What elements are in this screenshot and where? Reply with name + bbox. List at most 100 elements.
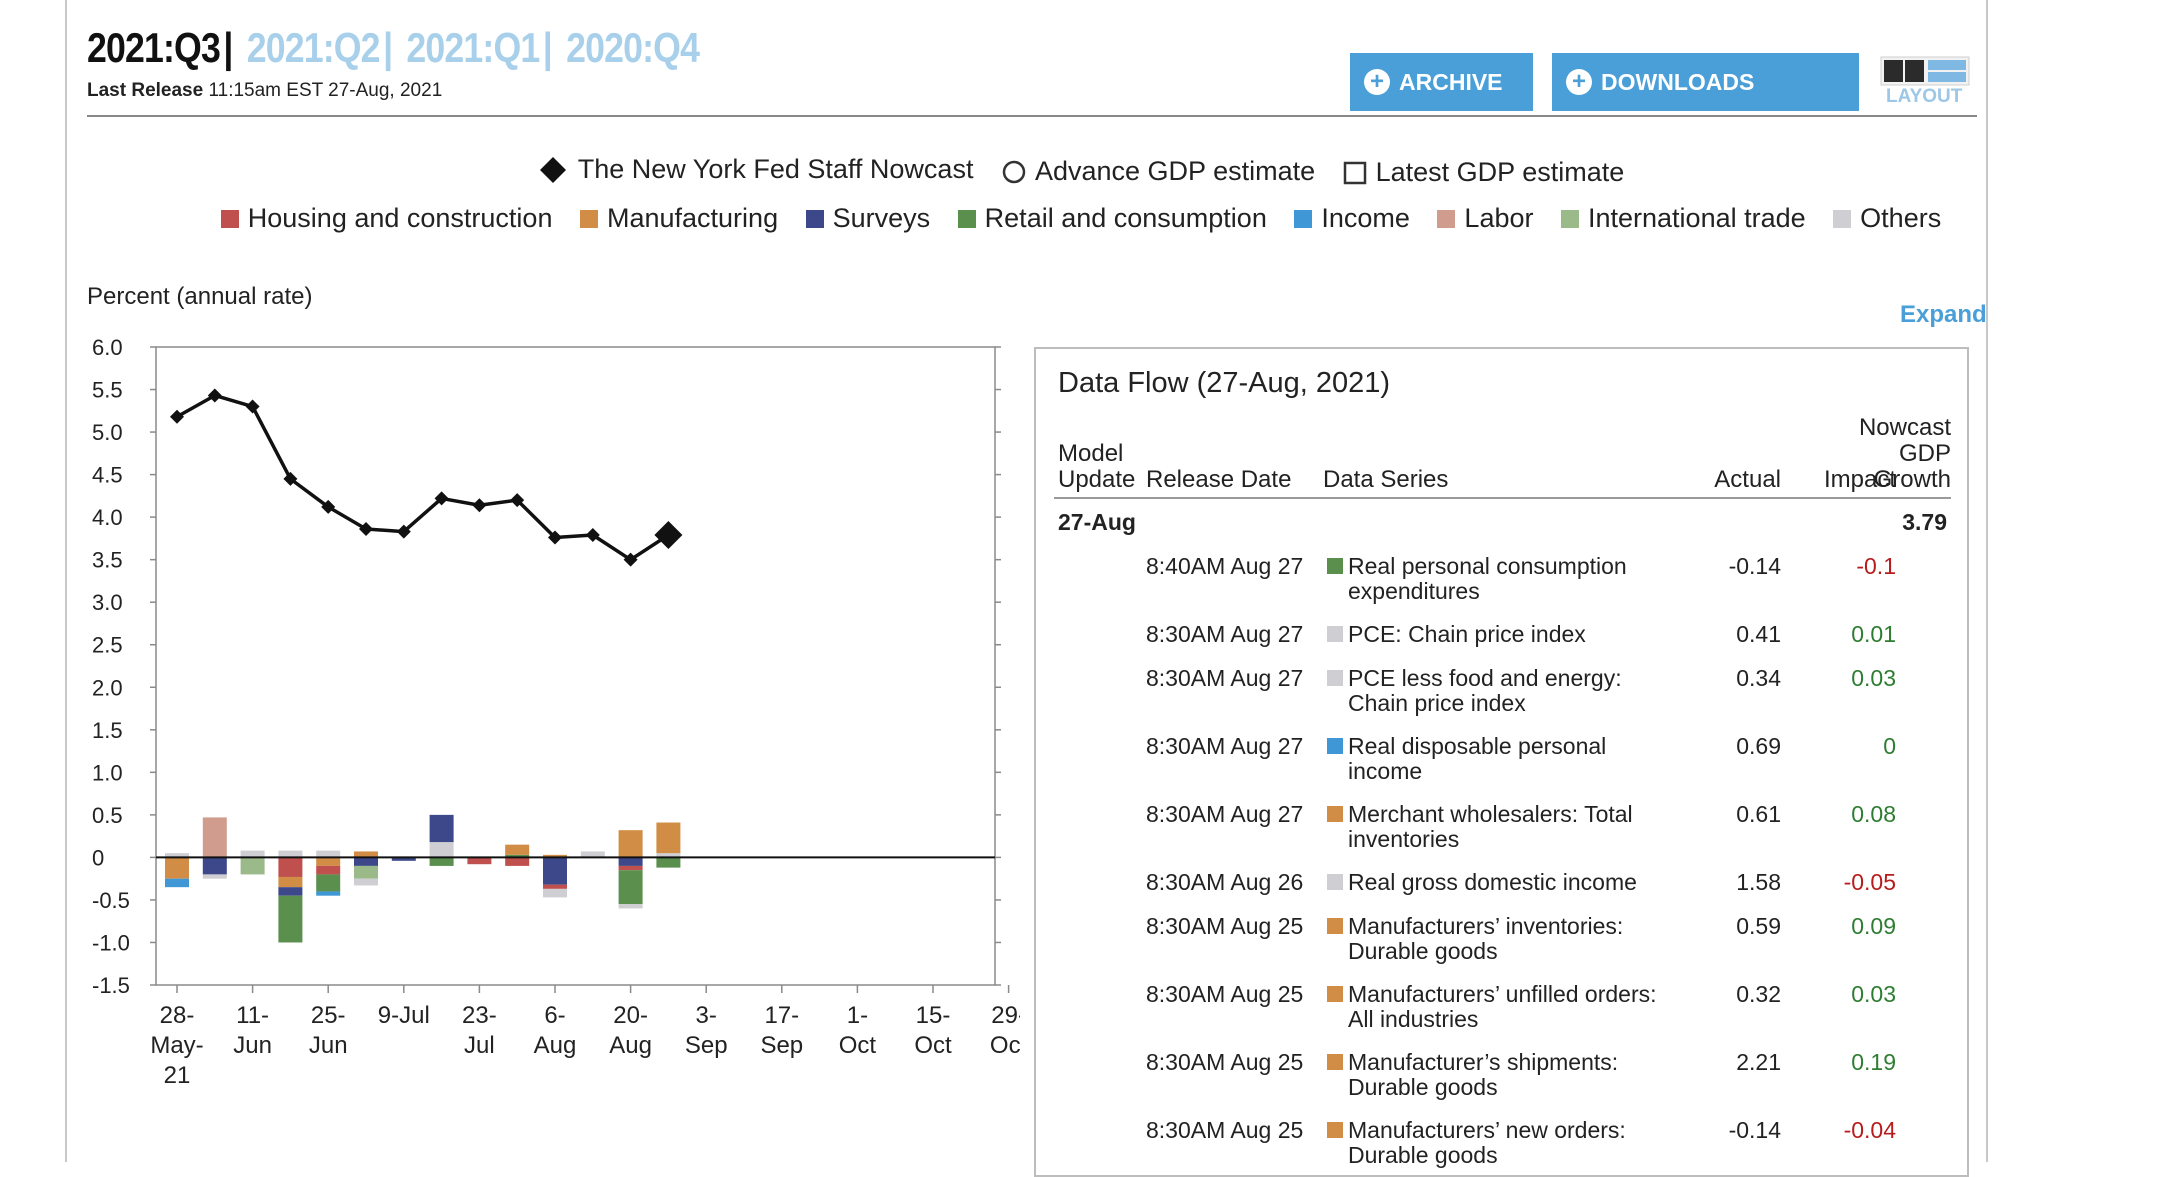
layout-toggle[interactable]: LAYOUT: [1876, 53, 1976, 111]
data-series: Merchant wholesalers: Total inventories: [1348, 801, 1633, 852]
legend-advance-label: Advance GDP estimate: [1034, 156, 1316, 186]
x-tick-label: 3-: [696, 1002, 717, 1029]
layout-icon: [1880, 56, 1970, 86]
update-date: 27-Aug: [1058, 509, 1136, 535]
data-series: Real gross domestic income: [1348, 869, 1637, 895]
y-tick-label: -1.5: [92, 973, 130, 998]
col-model-update: Model Update: [1058, 441, 1135, 493]
contribution-bar: [543, 857, 567, 885]
y-tick-label: 1.0: [92, 760, 123, 785]
swatch-others: [1833, 209, 1852, 228]
legend-others: Others: [1833, 203, 1941, 234]
release-time: 11:15am EST 27-Aug, 2021: [208, 80, 443, 101]
contribution-bar: [656, 822, 681, 854]
contribution-bar: [278, 895, 303, 943]
x-tick-label: 1-: [847, 1002, 868, 1029]
contribution-bar: [240, 850, 265, 858]
x-tick-label: Oct: [990, 1032, 1020, 1059]
x-tick-label: Aug: [534, 1032, 577, 1059]
downloads-button[interactable]: + DOWNLOADS: [1552, 53, 1859, 111]
category-swatch: [1327, 558, 1343, 574]
legend-income-label: Income: [1321, 203, 1410, 233]
y-tick-label: 2.5: [92, 633, 123, 658]
actual-value: 1.58: [1736, 869, 1781, 895]
x-tick-label: 11-: [236, 1002, 269, 1029]
contribution-bar: [429, 814, 454, 843]
actual-value: -0.14: [1728, 1117, 1781, 1143]
release-date: 8:30AM Aug 25: [1146, 981, 1304, 1007]
quarter-link-2021q1[interactable]: 2021:Q1: [406, 24, 540, 71]
y-tick-label: 1.5: [92, 718, 123, 743]
quarter-separator: |: [383, 24, 393, 71]
impact-value: 0.09: [1851, 913, 1896, 939]
x-tick-label: 21: [164, 1062, 191, 1089]
legend-latest: Latest GDP estimate: [1343, 157, 1625, 188]
col-nowcast-line3: Growth: [1873, 466, 1951, 493]
archive-button[interactable]: + ARCHIVE: [1350, 53, 1533, 111]
quarter-separator: |: [223, 24, 233, 71]
x-tick-label: 28-: [160, 1002, 195, 1029]
quarter-link-2021q2[interactable]: 2021:Q2: [247, 24, 381, 71]
contribution-bar: [202, 857, 227, 875]
release-date: 8:30AM Aug 26: [1146, 869, 1304, 895]
contribution-bar: [165, 857, 189, 879]
contribution-bar: [618, 870, 643, 905]
current-quarter: 2021:Q3: [87, 24, 221, 71]
x-tick-label: Oct: [839, 1032, 877, 1059]
y-tick-label: 3.5: [92, 548, 123, 573]
y-axis-label: Percent (annual rate): [87, 283, 313, 310]
y-tick-label: -0.5: [92, 888, 130, 913]
x-tick-label: 6-: [544, 1002, 565, 1029]
actual-value: -0.14: [1728, 553, 1781, 579]
quarter-separator: |: [542, 24, 553, 71]
legend-manufacturing: Manufacturing: [579, 203, 778, 234]
data-flow-title: Data Flow (27-Aug, 2021): [1058, 367, 1391, 399]
diamond-icon: [539, 156, 566, 183]
legend-others-label: Others: [1860, 203, 1942, 233]
legend-latest-label: Latest GDP estimate: [1375, 157, 1625, 187]
col-release-date: Release Date: [1146, 466, 1292, 493]
legend-advance: Advance GDP estimate: [1001, 156, 1315, 187]
x-tick-label: Aug: [609, 1032, 652, 1059]
impact-value: 0.01: [1851, 621, 1896, 647]
swatch-retail: [957, 209, 976, 228]
y-tick-label: 5.5: [92, 378, 123, 403]
x-tick-label: Jul: [464, 1032, 495, 1059]
release-date: 8:30AM Aug 27: [1146, 621, 1304, 647]
x-tick-label: 23-: [462, 1002, 497, 1029]
expand-link[interactable]: Expand: [1900, 301, 1987, 329]
actual-value: 0.59: [1736, 913, 1781, 939]
legend-trade: International trade: [1561, 203, 1806, 234]
legend-surveys: Surveys: [805, 203, 931, 234]
data-series: Manufacturers’ inventories: Durable good…: [1348, 913, 1624, 964]
contribution-bar: [354, 865, 378, 879]
contribution-bar: [316, 891, 341, 896]
legend-surveys-label: Surveys: [832, 203, 931, 233]
archive-button-label: ARCHIVE: [1399, 68, 1503, 95]
category-swatch: [1327, 738, 1343, 754]
swatch-manufacturing: [579, 209, 598, 228]
contribution-bar: [656, 857, 681, 868]
category-legend: Housing and construction Manufacturing S…: [0, 203, 2162, 235]
legend-housing-label: Housing and construction: [247, 203, 553, 233]
contribution-bar: [202, 817, 227, 858]
y-tick-label: 0.5: [92, 803, 123, 828]
header-divider: [87, 115, 1977, 117]
downloads-button-label: DOWNLOADS: [1601, 68, 1755, 95]
release-label: Last Release: [87, 80, 204, 101]
release-date: 8:30AM Aug 27: [1146, 801, 1304, 827]
impact-value: -0.05: [1843, 869, 1896, 895]
contribution-bar: [618, 904, 643, 909]
col-actual: Actual: [1714, 466, 1781, 493]
quarter-link-2020q4[interactable]: 2020:Q4: [566, 24, 700, 71]
swatch-surveys: [805, 209, 824, 228]
category-swatch: [1327, 874, 1343, 890]
contribution-bar: [316, 857, 341, 866]
actual-value: 0.61: [1736, 801, 1781, 827]
category-swatch: [1327, 986, 1343, 1002]
contribution-bar: [278, 857, 303, 877]
data-series: PCE less food and energy: Chain price in…: [1348, 665, 1622, 716]
contribution-bar: [618, 857, 643, 866]
category-swatch: [1327, 670, 1343, 686]
contribution-bar: [543, 888, 567, 898]
